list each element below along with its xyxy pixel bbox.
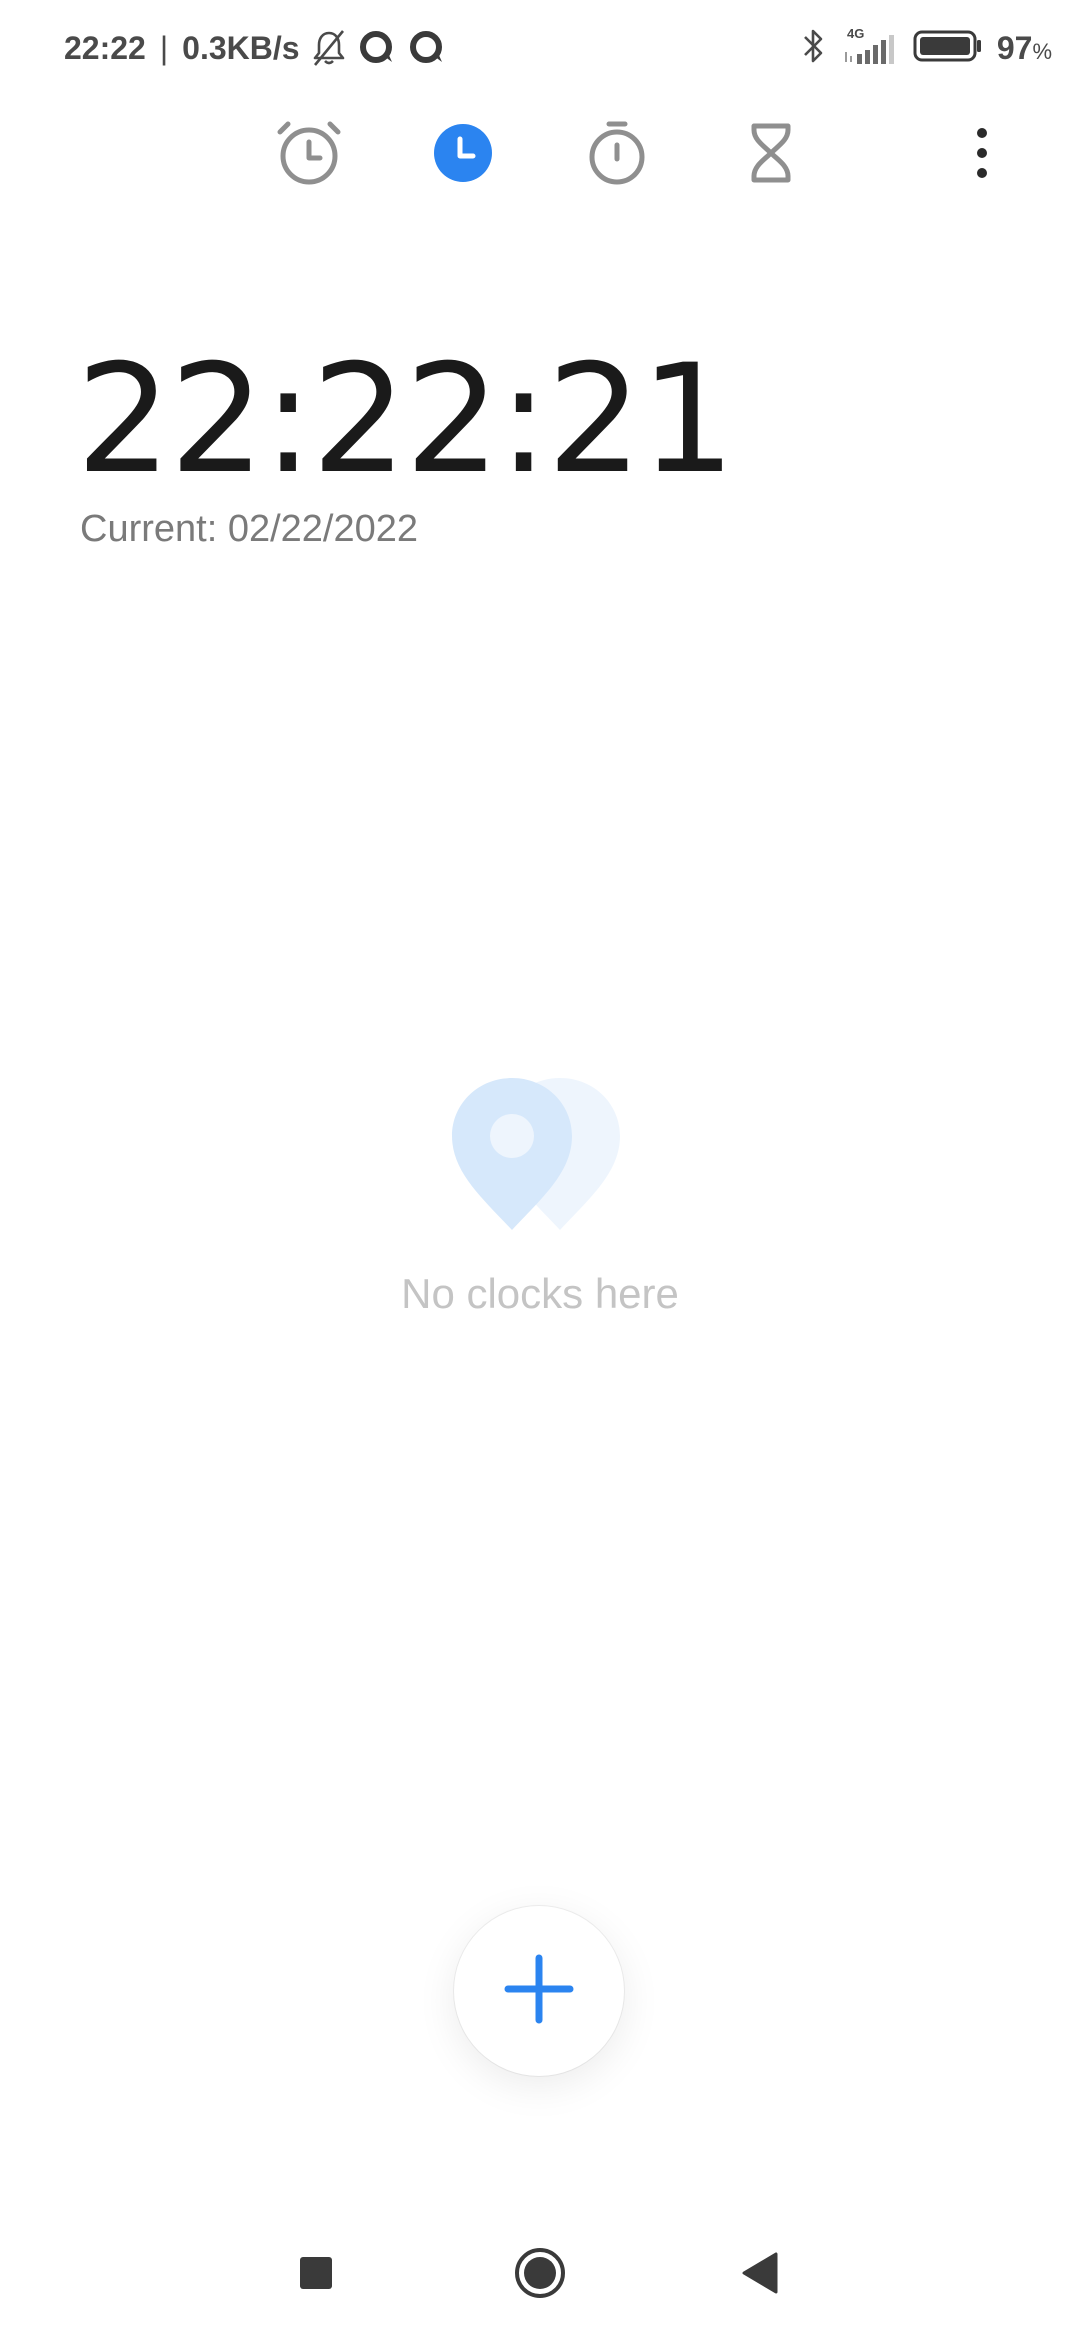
status-time: 22:22 [64,29,146,66]
signal-4g-icon: 4G [841,26,899,71]
square-icon [298,2255,334,2296]
plus-icon [504,1954,574,2029]
status-separator: | [159,29,169,66]
status-left: 22:22 | 0.3KB/s [64,26,446,70]
bell-off-icon [312,29,346,67]
alarm-clock-icon [274,118,344,193]
empty-state-message: No clocks here [401,1270,679,1317]
tab-timer[interactable] [726,110,816,200]
battery-icon [913,29,983,68]
tab-stopwatch[interactable] [572,110,662,200]
status-right: 4G 97% [801,26,1052,70]
hourglass-icon [736,118,806,193]
clock-icon [432,122,494,189]
chat-bubble-icon [408,29,446,67]
location-pin-icon [440,1070,640,1240]
status-bar: 22:22 | 0.3KB/s 4G 97% [0,0,1080,96]
network-type-label: 4G [847,26,864,41]
tab-clock[interactable] [418,110,508,200]
chat-bubble-icon [358,29,396,67]
battery-percentage: 97% [997,30,1052,67]
stopwatch-icon [582,118,652,193]
circle-icon [513,2246,567,2305]
more-vertical-icon [972,123,992,188]
bluetooth-icon [801,26,827,71]
add-clock-button[interactable] [454,1906,624,2076]
tab-alarm[interactable] [264,110,354,200]
navigation-bar [0,2220,1080,2330]
more-options-button[interactable] [937,110,1027,200]
current-date: Current: 02/22/2022 [80,508,419,550]
battery-unit: % [1032,38,1052,64]
home-button[interactable] [505,2240,575,2310]
recents-button[interactable] [281,2240,351,2310]
network-speed: 0.3KB/s [182,29,300,66]
triangle-back-icon [740,2251,780,2300]
tab-bar [0,110,1080,200]
back-button[interactable] [725,2240,795,2310]
current-time: 22:22:21 [76,333,736,507]
battery-level: 97 [996,29,1033,66]
